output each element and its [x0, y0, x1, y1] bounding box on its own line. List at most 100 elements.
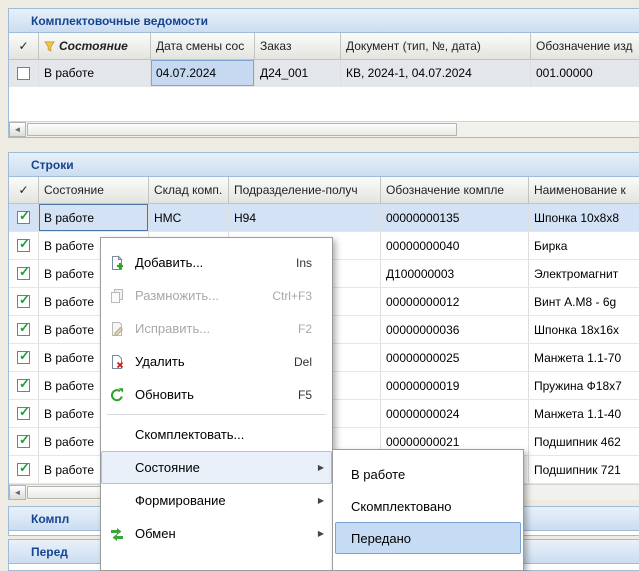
column-header-warehouse[interactable]: Склад комп. [149, 177, 229, 204]
menu-item-duplicate[interactable]: Размножить... Ctrl+F3 [101, 279, 332, 312]
menu-item-delete[interactable]: Удалить Del [101, 345, 332, 378]
blank-icon [105, 491, 129, 511]
cell-name[interactable]: Шпонка 18х16х [529, 316, 639, 344]
row-check-cell[interactable] [9, 344, 39, 372]
panel-vedomosti-title: Комплектовочные ведомости [31, 14, 208, 28]
column-header-state[interactable]: Состояние [39, 33, 151, 60]
scroll-left-button[interactable]: ◄ [9, 485, 26, 500]
cell-code[interactable]: 00000000135 [381, 204, 529, 232]
menu-item-refresh[interactable]: Обновить F5 [101, 378, 332, 411]
cell-code[interactable]: 00000000012 [381, 288, 529, 316]
row-check-cell[interactable] [9, 456, 39, 484]
cell-designation[interactable]: 001.00000 [531, 60, 639, 87]
menu-item-label: Добавить... [135, 255, 296, 270]
column-header-designation[interactable]: Обозначение изд [531, 33, 639, 60]
panel-vedomosti-header[interactable]: Комплектовочные ведомости [9, 9, 639, 33]
cell-name[interactable]: Винт А.М8 - 6g [529, 288, 639, 316]
row-check-cell[interactable] [9, 400, 39, 428]
cell-date[interactable]: 04.07.2024 [151, 60, 255, 87]
column-header-state[interactable]: Состояние [39, 177, 149, 204]
scroll-left-icon: ◄ [14, 488, 22, 497]
cell-code[interactable]: 00000000040 [381, 232, 529, 260]
panel-komplekt-title: Компл [31, 512, 69, 526]
cell-code[interactable]: 00000000024 [381, 400, 529, 428]
row-check-cell[interactable] [9, 372, 39, 400]
column-header-document[interactable]: Документ (тип, №, дата) [341, 33, 531, 60]
check-icon: ✓ [18, 39, 28, 53]
menu-item-formation[interactable]: Формирование ▶ [101, 484, 332, 517]
table-row[interactable]: В работе 04.07.2024 Д24_001 КВ, 2024-1, … [9, 60, 639, 87]
cell-name[interactable]: Электромагнит [529, 260, 639, 288]
cell-code[interactable]: Д100000003 [381, 260, 529, 288]
menu-item-edit[interactable]: Исправить... F2 [101, 312, 332, 345]
cell-name[interactable]: Пружина Ф18х7 [529, 372, 639, 400]
cell-state[interactable]: В работе [39, 60, 151, 87]
column-header-check[interactable]: ✓ [9, 177, 39, 204]
edit-document-icon [105, 319, 129, 339]
menu-item-exchange[interactable]: Обмен ▶ [101, 517, 332, 550]
row-check-cell[interactable] [9, 428, 39, 456]
cell-warehouse[interactable]: НМС [149, 204, 229, 232]
column-header-date[interactable]: Дата смены сос [151, 33, 255, 60]
row-check-cell[interactable] [9, 232, 39, 260]
cell-name[interactable]: Манжета 1.1-40 [529, 400, 639, 428]
cell-code[interactable]: 00000000036 [381, 316, 529, 344]
submenu-arrow-icon: ▶ [318, 496, 324, 505]
cell-order[interactable]: Д24_001 [255, 60, 341, 87]
row-checkbox[interactable] [17, 323, 30, 336]
table-row[interactable]: В работе НМС Н94 00000000135 Шпонка 10х8… [9, 204, 639, 232]
submenu-arrow-icon: ▶ [318, 463, 324, 472]
cell-name[interactable]: Бирка [529, 232, 639, 260]
cell-document[interactable]: КВ, 2024-1, 04.07.2024 [341, 60, 531, 87]
menu-item-label: Скомплектовать... [135, 427, 324, 442]
row-checkbox[interactable] [17, 267, 30, 280]
menu-item-shortcut: Ins [296, 256, 312, 270]
cell-name[interactable]: Подшипник 462 [529, 428, 639, 456]
horizontal-scrollbar[interactable]: ◄ [9, 121, 639, 137]
cell-code[interactable]: 00000000019 [381, 372, 529, 400]
cell-name[interactable]: Шпонка 10х8х8 [529, 204, 639, 232]
row-check-cell[interactable] [9, 204, 39, 232]
row-checkbox[interactable] [17, 407, 30, 420]
menu-item-add[interactable]: Добавить... Ins [101, 246, 332, 279]
row-checkbox[interactable] [17, 239, 30, 252]
state-submenu: В работе Скомплектовано Передано [332, 449, 524, 571]
row-check-cell[interactable] [9, 260, 39, 288]
add-document-icon [105, 253, 129, 273]
scroll-left-icon: ◄ [14, 125, 22, 134]
cell-name[interactable]: Манжета 1.1-70 [529, 344, 639, 372]
menu-item-assemble[interactable]: Скомплектовать... [101, 418, 332, 451]
scroll-left-button[interactable]: ◄ [9, 122, 26, 137]
check-icon: ✓ [18, 183, 28, 197]
column-header-name[interactable]: Наименование к [529, 177, 639, 204]
context-menu: Добавить... Ins Размножить... Ctrl+F3 Ис… [100, 237, 333, 571]
row-checkbox[interactable] [17, 463, 30, 476]
row-checkbox[interactable] [17, 379, 30, 392]
column-header-order[interactable]: Заказ [255, 33, 341, 60]
row-checkbox[interactable] [17, 67, 30, 80]
submenu-item-in-work[interactable]: В работе [333, 458, 523, 490]
column-header-code[interactable]: Обозначение компле [381, 177, 529, 204]
cell-state[interactable]: В работе [39, 204, 149, 232]
column-header-department[interactable]: Подразделение-получ [229, 177, 381, 204]
submenu-item-assembled[interactable]: Скомплектовано [333, 490, 523, 522]
row-checkbox[interactable] [17, 295, 30, 308]
cell-department[interactable]: Н94 [229, 204, 381, 232]
panel-stroki-header[interactable]: Строки [9, 153, 639, 177]
row-checkbox[interactable] [17, 435, 30, 448]
submenu-arrow-icon: ▶ [318, 529, 324, 538]
cell-name[interactable]: Подшипник 721 [529, 456, 639, 484]
panel-peredano-title: Перед [31, 545, 68, 559]
row-check-cell[interactable] [9, 316, 39, 344]
menu-item-shortcut: F2 [298, 322, 312, 336]
row-checkbox[interactable] [17, 211, 30, 224]
scrollbar-thumb[interactable] [27, 123, 457, 136]
row-checkbox[interactable] [17, 351, 30, 364]
cell-code[interactable]: 00000000025 [381, 344, 529, 372]
submenu-item-transferred[interactable]: Передано [335, 522, 521, 554]
column-header-check[interactable]: ✓ [9, 33, 39, 60]
menu-item-shortcut: F5 [298, 388, 312, 402]
menu-item-state[interactable]: Состояние ▶ [101, 451, 332, 484]
row-check-cell[interactable] [9, 60, 39, 87]
row-check-cell[interactable] [9, 288, 39, 316]
